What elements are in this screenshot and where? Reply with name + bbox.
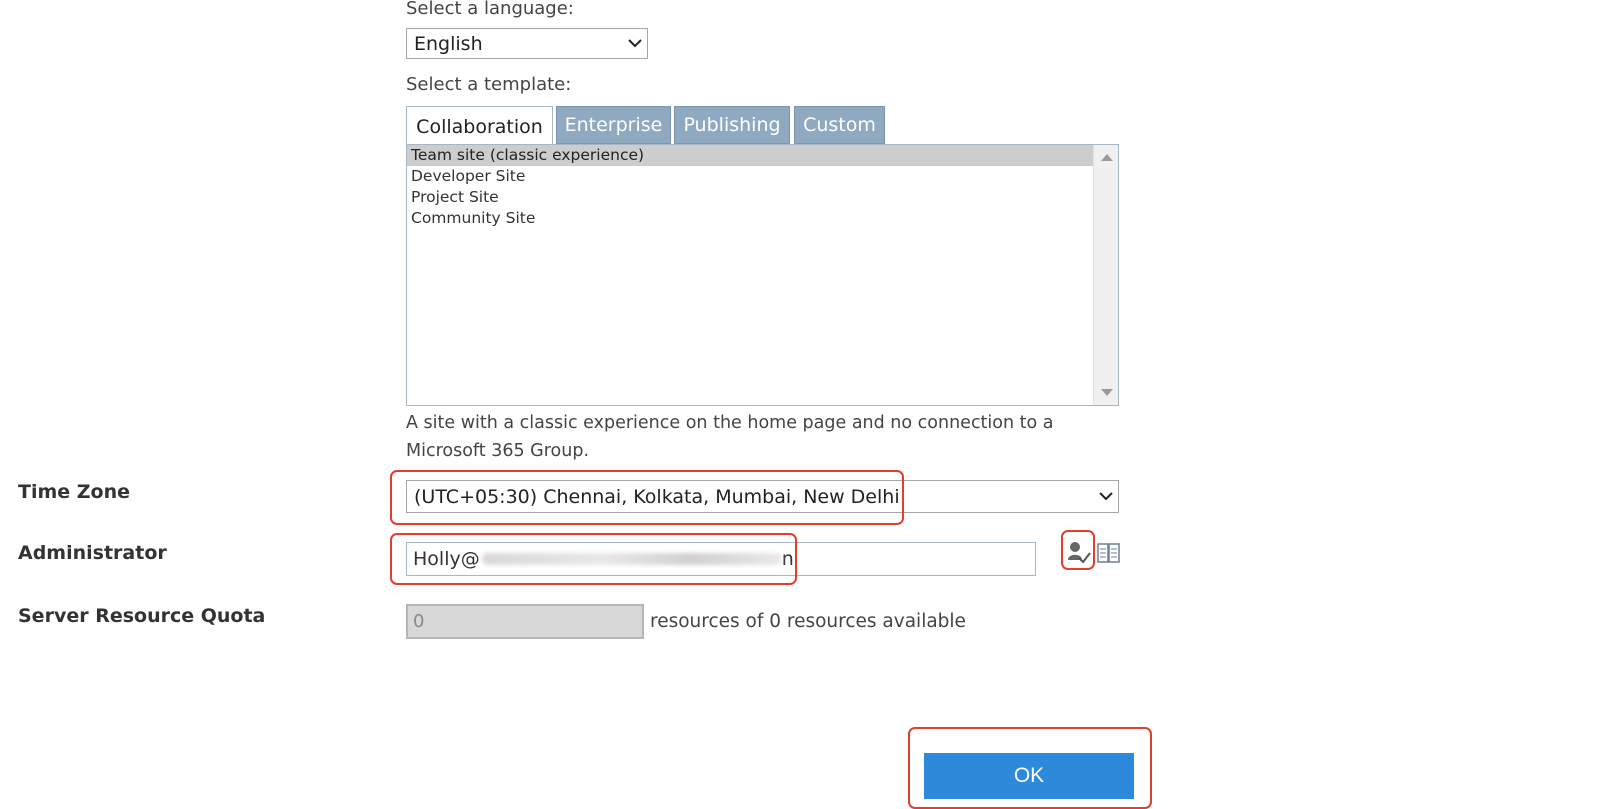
language-label: Select a language: — [406, 0, 574, 19]
template-description: A site with a classic experience on the … — [406, 413, 1054, 461]
time-zone-select[interactable]: (UTC+05:30) Chennai, Kolkata, Mumbai, Ne… — [406, 480, 1119, 513]
browse-directory-icon[interactable] — [1097, 543, 1121, 563]
chevron-down-icon — [623, 29, 647, 58]
template-listbox[interactable]: Team site (classic experience) Developer… — [406, 144, 1119, 406]
time-zone-selected-value: (UTC+05:30) Chennai, Kolkata, Mumbai, Ne… — [414, 485, 900, 508]
tab-custom[interactable]: Custom — [794, 106, 885, 144]
quota-value: 0 — [413, 611, 425, 632]
administrator-value: Holly@ — [413, 548, 480, 570]
tab-enterprise[interactable]: Enterprise — [556, 106, 671, 144]
template-label: Select a template: — [406, 74, 572, 95]
check-names-icon[interactable] — [1066, 537, 1092, 567]
list-item[interactable]: Community Site — [407, 208, 1093, 229]
server-resource-quota-label: Server Resource Quota — [18, 605, 266, 627]
administrator-input[interactable]: Holly@ n — [406, 542, 1036, 576]
scroll-up-arrow-icon[interactable] — [1101, 154, 1113, 161]
redacted-text — [481, 553, 782, 565]
ok-button[interactable]: OK — [924, 753, 1134, 799]
language-select[interactable]: English — [406, 28, 648, 59]
list-item[interactable]: Developer Site — [407, 166, 1093, 187]
scroll-down-arrow-icon[interactable] — [1101, 389, 1113, 396]
tab-collaboration[interactable]: Collaboration — [406, 106, 553, 146]
quota-suffix: resources of 0 resources available — [650, 611, 966, 632]
list-item[interactable]: Project Site — [407, 187, 1093, 208]
time-zone-label: Time Zone — [18, 481, 131, 503]
administrator-value-tail: n — [781, 548, 794, 570]
list-item[interactable]: Team site (classic experience) — [407, 145, 1093, 166]
server-resource-quota-input[interactable]: 0 — [406, 604, 644, 639]
listbox-scrollbar[interactable] — [1093, 145, 1118, 405]
administrator-label: Administrator — [18, 542, 167, 564]
chevron-down-icon — [1094, 481, 1118, 512]
language-selected-value: English — [414, 32, 483, 55]
tab-publishing[interactable]: Publishing — [674, 106, 790, 144]
